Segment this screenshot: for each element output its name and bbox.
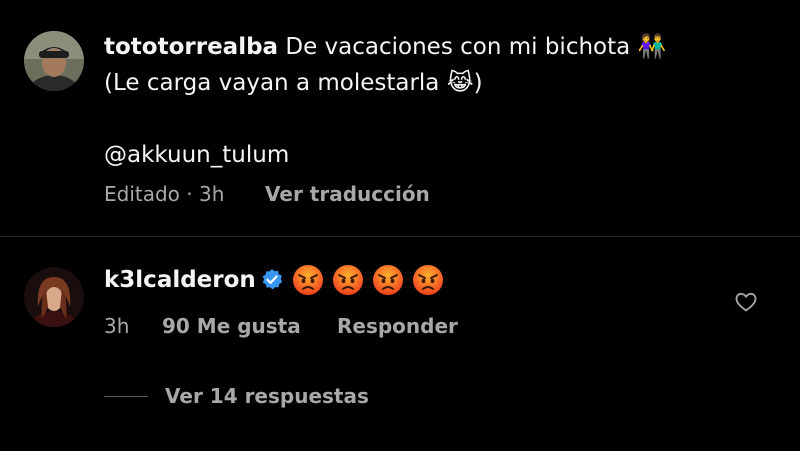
replies-divider-line	[104, 396, 148, 397]
see-translation-button[interactable]: Ver traducción	[265, 182, 430, 206]
reply-button[interactable]: Responder	[337, 314, 458, 338]
angry-face-icon	[332, 264, 364, 296]
comment-emojis	[292, 264, 444, 296]
post-edited-time: Editado · 3h	[104, 182, 225, 206]
caption-line-2: (Le carga vayan a molestarla 😹)	[104, 70, 483, 96]
mention-link[interactable]: @akkuun_tulum	[104, 137, 289, 173]
angry-face-icon	[412, 264, 444, 296]
commenter-avatar[interactable]	[24, 267, 84, 327]
view-replies-button[interactable]: Ver 14 respuestas	[165, 384, 369, 408]
post-username[interactable]: tototorrealba	[104, 34, 278, 60]
angry-face-icon	[372, 264, 404, 296]
caption-line-1: De vacaciones con mi bichota 👫	[285, 34, 667, 60]
comment-time: 3h	[104, 314, 130, 338]
post-caption: tototorrealba De vacaciones con mi bicho…	[104, 29, 744, 173]
commenter-username[interactable]: k3lcalderon	[104, 264, 256, 296]
post-author-avatar[interactable]	[24, 31, 84, 91]
comment-likes[interactable]: 90 Me gusta	[162, 314, 301, 338]
angry-face-icon	[292, 264, 324, 296]
like-heart-icon[interactable]	[734, 290, 758, 314]
divider	[0, 236, 800, 237]
verified-badge-icon	[260, 268, 284, 292]
